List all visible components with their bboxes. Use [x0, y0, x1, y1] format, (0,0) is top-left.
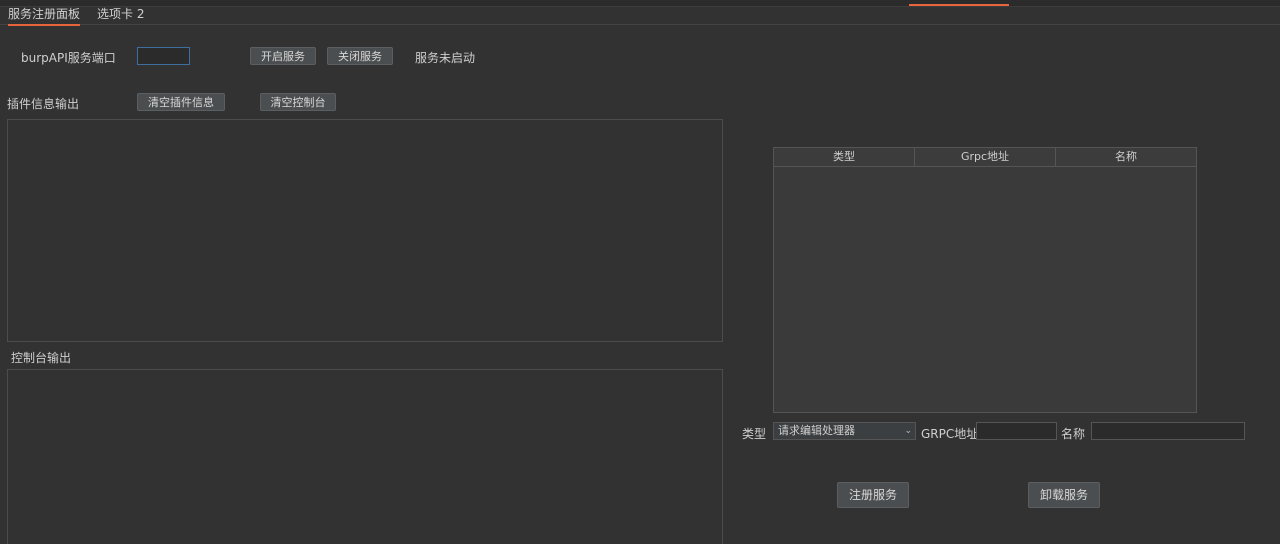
tab-bar: 服务注册面板 选项卡 2	[0, 6, 1280, 26]
type-select[interactable]: 请求编辑处理器 ⌄	[773, 422, 916, 440]
grpc-address-label: GRPC地址	[921, 427, 979, 441]
grpc-address-input[interactable]	[976, 422, 1057, 440]
clear-console-button[interactable]: 清空控制台	[260, 93, 336, 111]
register-service-button[interactable]: 注册服务	[837, 482, 909, 508]
plugin-output-label: 插件信息输出	[7, 97, 80, 111]
name-label: 名称	[1061, 427, 1086, 441]
chevron-down-icon: ⌄	[904, 426, 912, 436]
service-table[interactable]: 类型 Grpc地址 名称	[773, 147, 1197, 413]
unregister-service-button[interactable]: 卸载服务	[1028, 482, 1100, 508]
tab-option-2[interactable]: 选项卡 2	[97, 6, 144, 24]
start-service-button[interactable]: 开启服务	[250, 47, 316, 65]
console-output-area[interactable]	[7, 369, 723, 544]
service-table-header: 类型 Grpc地址 名称	[774, 148, 1196, 167]
clear-plugin-info-button[interactable]: 清空插件信息	[137, 93, 225, 111]
plugin-output-area[interactable]	[7, 119, 723, 342]
burp-extension-panel: 服务注册面板 选项卡 2 burpAPI服务端口 开启服务 关闭服务 服务未启动…	[0, 0, 1280, 544]
port-label: burpAPI服务端口	[21, 51, 116, 65]
name-input[interactable]	[1091, 422, 1245, 440]
port-input[interactable]	[137, 47, 190, 65]
column-header-name[interactable]: 名称	[1056, 148, 1196, 166]
type-select-value: 请求编辑处理器	[778, 424, 855, 437]
column-header-type[interactable]: 类型	[774, 148, 915, 166]
stop-service-button[interactable]: 关闭服务	[327, 47, 393, 65]
tab-service-register[interactable]: 服务注册面板	[8, 6, 81, 26]
column-header-grpc-address[interactable]: Grpc地址	[915, 148, 1056, 166]
console-output-label: 控制台输出	[11, 351, 72, 365]
service-status: 服务未启动	[415, 51, 476, 65]
type-label: 类型	[742, 427, 767, 441]
